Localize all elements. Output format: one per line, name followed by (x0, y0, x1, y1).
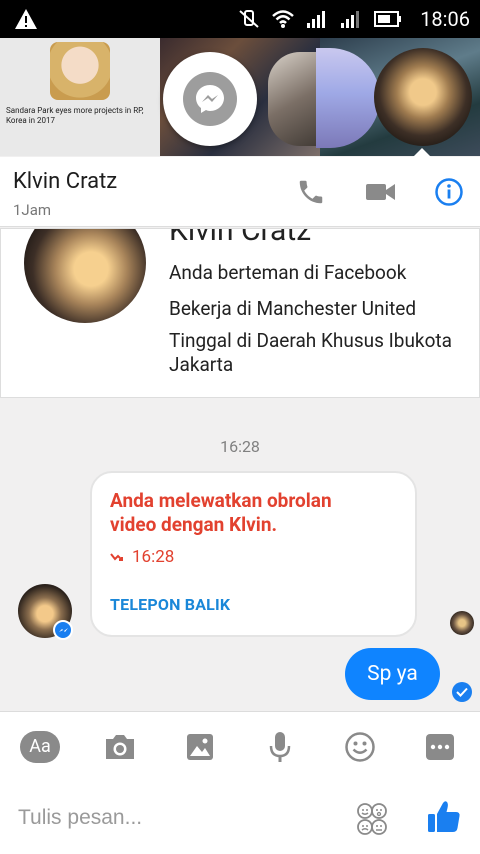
status-bar: 18:06 (0, 0, 480, 38)
video-call-button[interactable] (364, 175, 398, 209)
camera-button[interactable] (100, 727, 140, 767)
battery-icon (374, 11, 402, 27)
aa-icon: Aa (20, 730, 60, 763)
messenger-chat-head[interactable] (163, 52, 257, 146)
voice-message-button[interactable] (260, 727, 300, 767)
sticker-icon[interactable] (354, 801, 390, 837)
missed-call-card: Anda melewatkan obrolan video dengan Klv… (90, 471, 417, 637)
sent-message-bubble[interactable]: Sp ya (345, 648, 440, 700)
message-timestamp: 16:28 (220, 437, 260, 456)
microphone-icon (269, 731, 291, 762)
delivered-check-icon (452, 682, 472, 702)
missed-call-title: Anda melewatkan obrolan video dengan Klv… (110, 489, 332, 536)
news-caption: Sandara Park eyes more projects in RP, K… (6, 106, 144, 125)
info-button[interactable] (432, 175, 466, 209)
wifi-icon (272, 10, 295, 28)
contact-profile-card: Klvin Cratz Anda berteman di Facebook Be… (0, 228, 480, 398)
last-active-status: 1Jam (13, 201, 52, 219)
messenger-badge-icon (53, 620, 73, 640)
message-input-row (0, 781, 480, 854)
friendship-info: Anda berteman di Facebook (169, 261, 407, 284)
news-photo (50, 42, 110, 100)
clock: 18:06 (420, 7, 470, 31)
news-thumbnail: Sandara Park eyes more projects in RP, K… (0, 38, 160, 156)
missed-call-icon (110, 553, 123, 561)
text-format-button[interactable]: Aa (20, 727, 60, 767)
composer-toolbar: Aa (0, 711, 480, 781)
image-icon (187, 733, 213, 760)
more-icon (426, 733, 454, 760)
work-info: Bekerja di Manchester United (169, 297, 417, 320)
phone-icon (299, 180, 323, 204)
profile-avatar (24, 229, 146, 323)
emoji-button[interactable] (340, 727, 380, 767)
profile-name: Klvin Cratz (169, 228, 312, 248)
info-icon (435, 178, 463, 206)
signal-icon (307, 11, 326, 28)
gallery-button[interactable] (180, 727, 220, 767)
signal-2-icon (341, 11, 360, 28)
missed-call-time-row: 16:28 (110, 547, 174, 567)
read-receipt-avatar (450, 611, 474, 635)
more-options-button[interactable] (420, 727, 460, 767)
call-back-button[interactable]: TELEPON BALIK (110, 595, 230, 614)
message-input[interactable] (0, 781, 340, 854)
contact-name[interactable]: Klvin Cratz (13, 169, 117, 194)
location-info: Tinggal di Daerah Khusus Ibukota Jakarta (169, 329, 452, 376)
video-camera-icon (366, 184, 395, 200)
messenger-icon (196, 85, 224, 113)
voice-call-button[interactable] (294, 175, 328, 209)
warning-icon (15, 9, 37, 29)
missed-call-time: 16:28 (132, 547, 175, 567)
mute-icon (239, 10, 259, 28)
camera-icon (106, 734, 134, 759)
chat-head-avatar-active[interactable] (374, 48, 472, 146)
smiley-icon (345, 731, 375, 762)
thumbs-up-icon[interactable] (426, 799, 462, 835)
conversation-header: Klvin Cratz 1Jam (0, 157, 480, 227)
